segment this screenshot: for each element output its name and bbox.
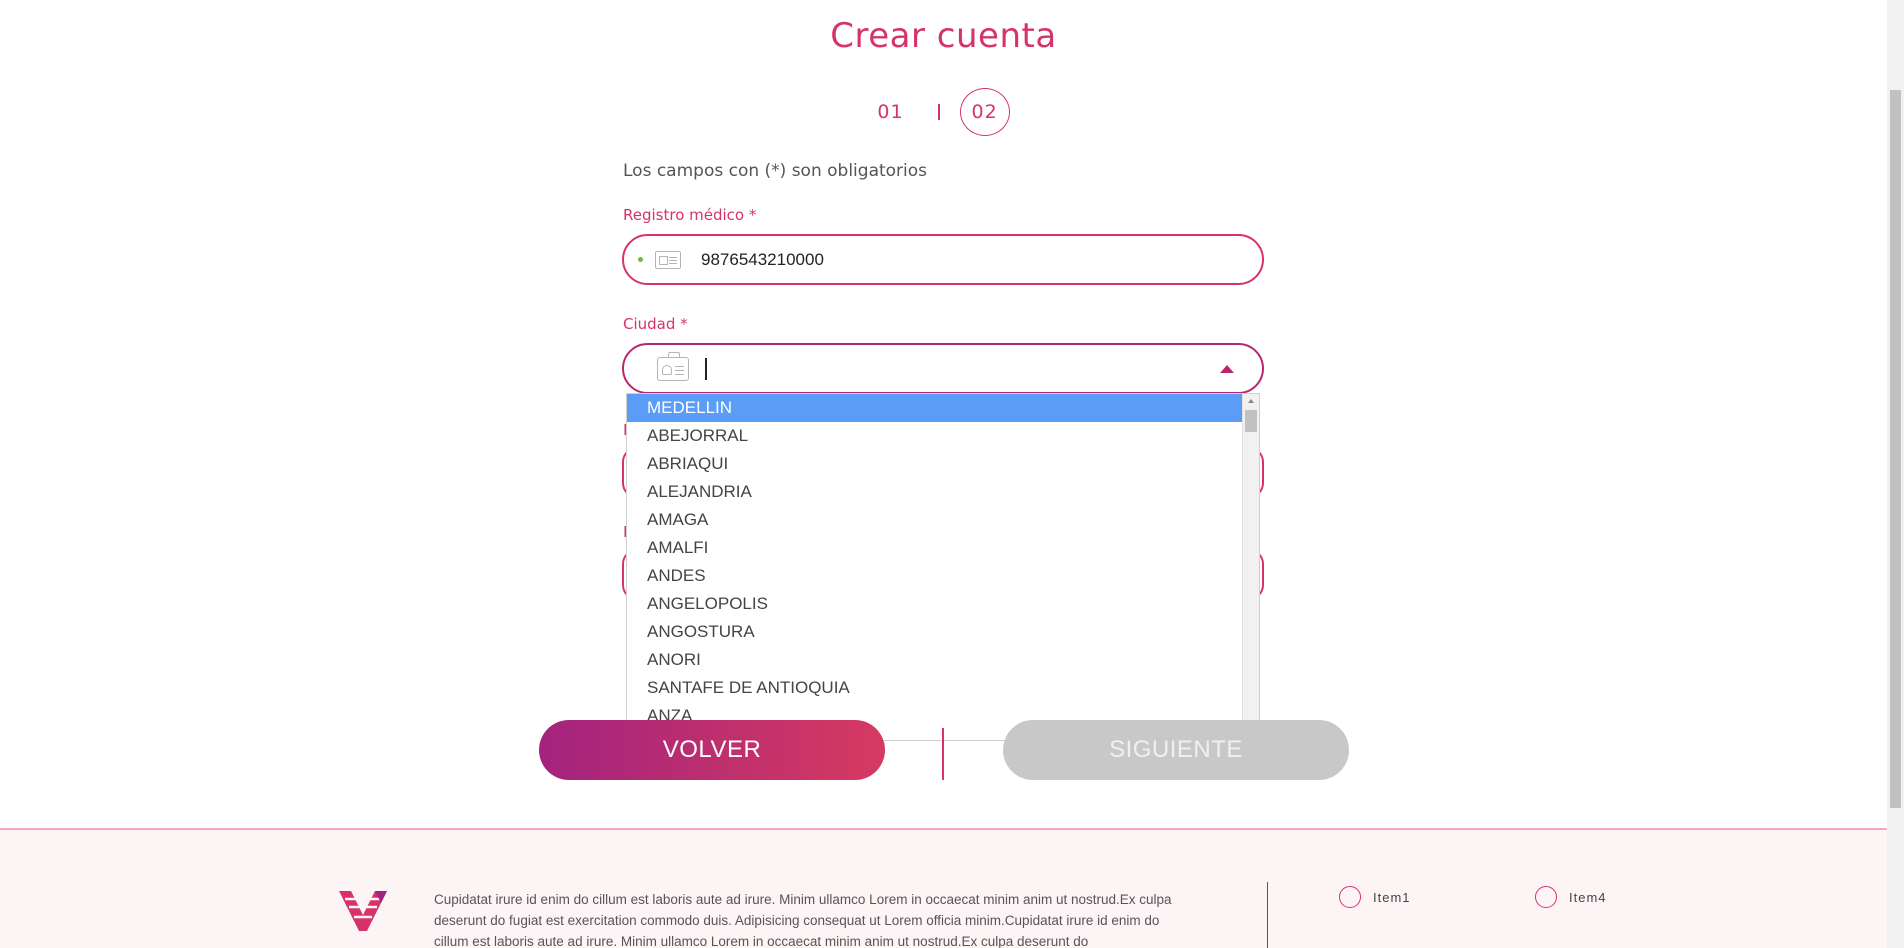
- footer-item-label: Item4: [1569, 889, 1607, 905]
- step-2-active: 02: [959, 88, 1010, 136]
- ciudad-select[interactable]: [622, 343, 1264, 394]
- back-button[interactable]: VOLVER: [539, 720, 885, 780]
- step-indicator: 01 02: [0, 88, 1887, 136]
- step-separator: [937, 104, 940, 120]
- page-scrollbar-thumb[interactable]: [1890, 90, 1901, 808]
- ciudad-label: Ciudad *: [623, 315, 688, 333]
- registro-medico-field[interactable]: 9876543210000: [622, 234, 1264, 285]
- step-1: 01: [877, 101, 904, 123]
- dropdown-option[interactable]: ANGOSTURA: [627, 618, 1242, 646]
- dropdown-option[interactable]: ALEJANDRIA: [627, 478, 1242, 506]
- dropdown-option[interactable]: SANTAFE DE ANTIOQUIA: [627, 674, 1242, 702]
- circle-icon: [1535, 886, 1557, 908]
- ciudad-options-list: MEDELLIN ABEJORRAL ABRIAQUI ALEJANDRIA A…: [627, 394, 1242, 730]
- dropdown-option[interactable]: ANGELOPOLIS: [627, 590, 1242, 618]
- badge-lines-shape: [675, 365, 684, 367]
- registro-medico-value[interactable]: 9876543210000: [701, 250, 824, 270]
- registro-medico-label: Registro médico *: [623, 206, 757, 224]
- required-fields-note: Los campos con (*) son obligatorios: [623, 161, 928, 181]
- badge-person-shape: [662, 364, 672, 375]
- page-scrollbar[interactable]: [1887, 0, 1904, 948]
- next-button[interactable]: SIGUIENTE: [1003, 720, 1349, 780]
- footer-item-label: Item1: [1373, 889, 1411, 905]
- dropdown-option[interactable]: AMALFI: [627, 534, 1242, 562]
- dropdown-option[interactable]: MEDELLIN: [627, 394, 1242, 422]
- scroll-up-arrow-icon[interactable]: [1248, 399, 1254, 403]
- buttons-divider: [942, 728, 944, 780]
- dropdown-option[interactable]: ANDES: [627, 562, 1242, 590]
- valid-indicator-dot: [638, 257, 643, 262]
- footer-item-4[interactable]: Item4: [1535, 886, 1607, 908]
- caret-up-icon[interactable]: [1220, 365, 1234, 373]
- footer-item-1[interactable]: Item1: [1339, 886, 1411, 908]
- page-title: Crear cuenta: [830, 16, 1057, 56]
- dropdown-scrollbar[interactable]: [1242, 394, 1259, 740]
- dropdown-option[interactable]: AMAGA: [627, 506, 1242, 534]
- dropdown-option[interactable]: ANORI: [627, 646, 1242, 674]
- footer: Cupidatat irure id enim do cillum est la…: [0, 828, 1887, 948]
- step-2-label: 02: [971, 101, 998, 123]
- footer-divider: [1267, 882, 1268, 948]
- circle-icon: [1339, 886, 1361, 908]
- id-card-icon: [655, 250, 681, 269]
- dropdown-option[interactable]: ABRIAQUI: [627, 450, 1242, 478]
- ciudad-dropdown[interactable]: MEDELLIN ABEJORRAL ABRIAQUI ALEJANDRIA A…: [626, 393, 1260, 741]
- brand-logo-icon[interactable]: [337, 885, 389, 933]
- dropdown-option[interactable]: ABEJORRAL: [627, 422, 1242, 450]
- text-cursor: [705, 357, 707, 380]
- dropdown-scrollbar-thumb[interactable]: [1245, 410, 1257, 432]
- footer-description: Cupidatat irure id enim do cillum est la…: [434, 892, 1172, 948]
- badge-icon: [657, 351, 689, 381]
